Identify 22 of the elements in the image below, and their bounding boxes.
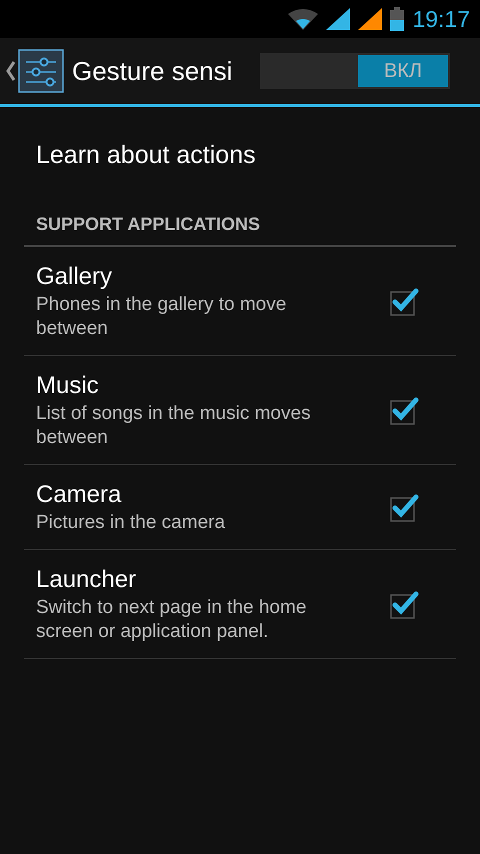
checkbox[interactable]	[390, 395, 420, 425]
learn-actions-item[interactable]: Learn about actions	[24, 107, 456, 203]
clock-time: 19:17	[412, 4, 470, 34]
app-summary: Pictures in the camera	[36, 511, 226, 535]
battery-icon	[390, 7, 404, 31]
signal-icon	[358, 8, 382, 30]
checkbox[interactable]	[390, 286, 420, 316]
app-summary: Phones in the gallery to move between	[36, 293, 288, 341]
checkbox[interactable]	[390, 492, 420, 522]
sliders-icon	[18, 49, 64, 93]
app-title: Camera	[36, 480, 122, 510]
screen-title: Gesture sensi	[72, 54, 234, 88]
app-title: Launcher	[36, 565, 138, 595]
section-header: SUPPORT APPLICATIONS	[24, 203, 456, 247]
app-title: Gallery	[36, 262, 114, 292]
checkbox[interactable]	[390, 589, 420, 619]
caret-icon	[4, 60, 16, 82]
app-summary: List of songs in the music moves between	[36, 402, 312, 450]
app-title: Music	[36, 371, 100, 401]
app-summary: Switch to next page in the home screen or application panel.	[36, 596, 308, 644]
signal-icon	[326, 8, 350, 30]
wifi-icon	[288, 8, 318, 30]
